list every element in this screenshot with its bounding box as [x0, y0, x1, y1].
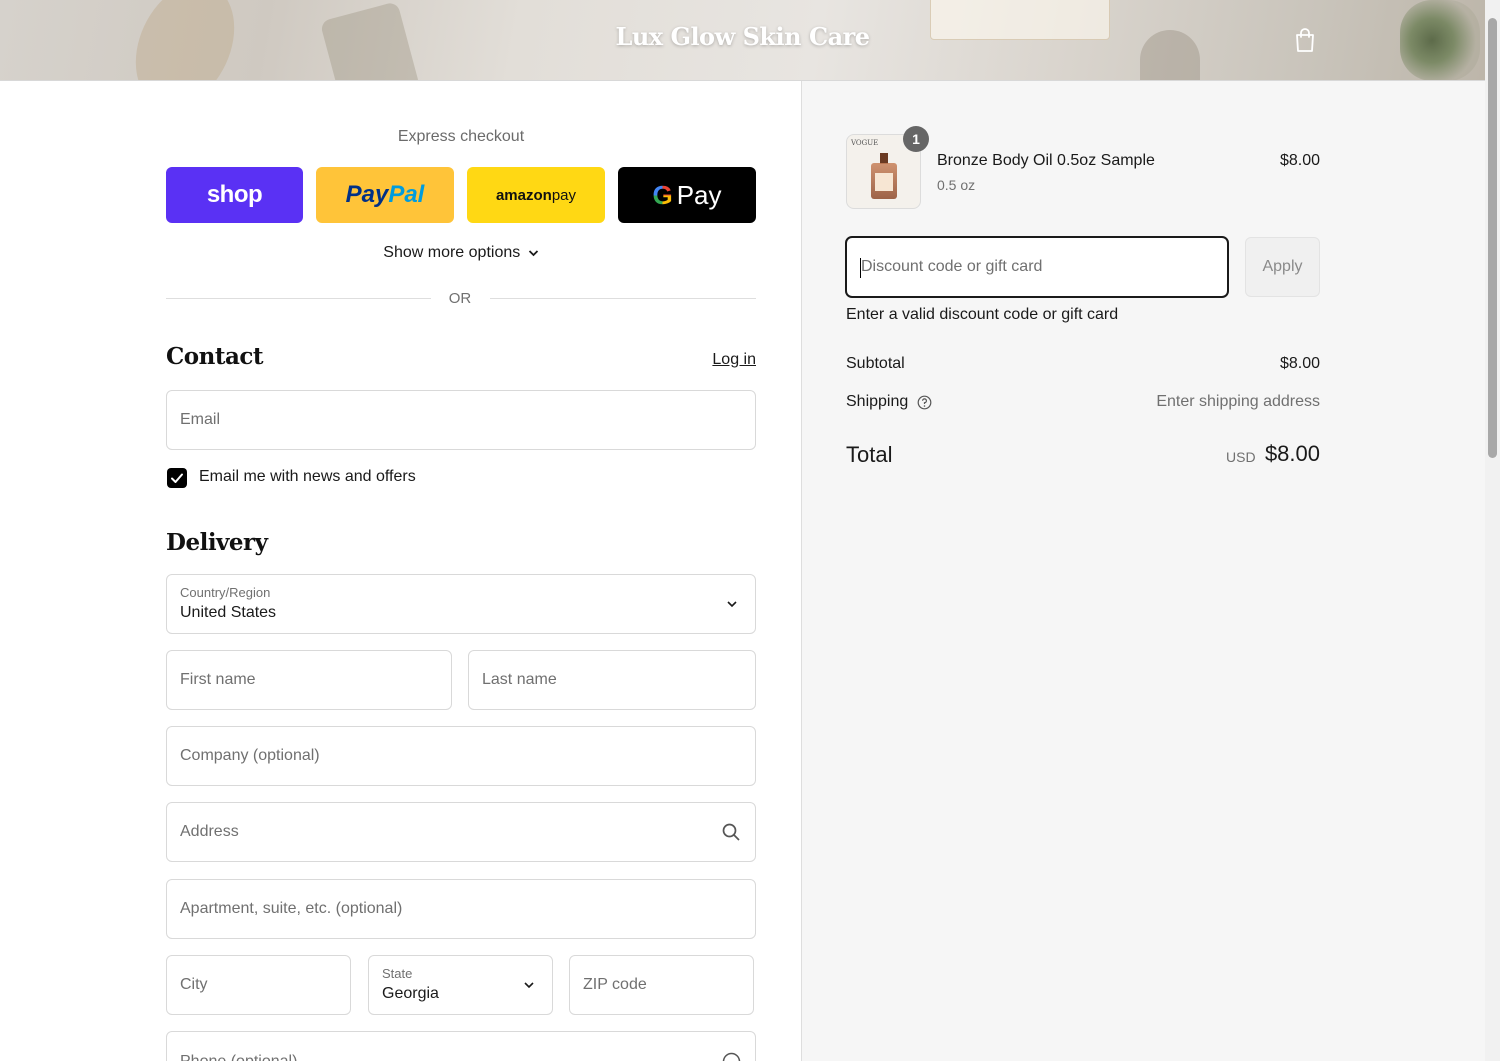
- state-label: State: [382, 966, 413, 981]
- last-name-placeholder: Last name: [482, 671, 557, 688]
- search-icon: [722, 823, 740, 841]
- chevron-down-icon: [727, 601, 737, 608]
- google-pay-label: Pay: [676, 179, 722, 210]
- shop-pay-button[interactable]: shop: [166, 167, 303, 223]
- first-name-placeholder: First name: [180, 671, 256, 688]
- quantity-badge: 1: [903, 126, 929, 152]
- show-more-options-button[interactable]: Show more options: [166, 244, 756, 262]
- bottle-label: [875, 173, 893, 191]
- city-field[interactable]: City: [166, 955, 351, 1015]
- paypal-button[interactable]: Pay Pal: [316, 167, 454, 223]
- email-placeholder: Email: [180, 411, 221, 428]
- contact-heading: Contact: [166, 343, 264, 370]
- company-field[interactable]: Company (optional): [166, 726, 756, 786]
- total-currency: USD: [1226, 449, 1256, 465]
- state-value: Georgia: [382, 985, 439, 1002]
- email-field[interactable]: Email: [166, 390, 756, 450]
- paypal-logo-pay: Pay: [345, 181, 389, 208]
- shopping-bag-icon[interactable]: [1293, 27, 1317, 53]
- shipping-label: Shipping: [846, 393, 909, 410]
- chevron-down-icon: [528, 250, 538, 257]
- scrollbar-thumb[interactable]: [1488, 18, 1497, 458]
- express-checkout-title: Express checkout: [397, 128, 525, 145]
- divider-line: [490, 298, 756, 299]
- total-value: $8.00: [1264, 441, 1320, 466]
- divider-line: [166, 298, 431, 299]
- phone-placeholder: Phone (optional): [180, 1053, 297, 1061]
- country-label: Country/Region: [180, 585, 271, 600]
- checkmark-icon: [171, 473, 183, 483]
- delivery-heading: Delivery: [166, 529, 268, 556]
- google-g-icon: G: [652, 179, 673, 210]
- last-name-field[interactable]: Last name: [468, 650, 756, 710]
- address-placeholder: Address: [180, 823, 239, 840]
- newsletter-checkbox[interactable]: [167, 468, 187, 488]
- apartment-field[interactable]: Apartment, suite, etc. (optional): [166, 879, 756, 939]
- company-placeholder: Company (optional): [180, 747, 320, 764]
- store-header: Lux Glow Skin Care: [0, 0, 1485, 81]
- show-more-options-label: Show more options: [383, 244, 521, 261]
- discount-code-input[interactable]: Discount code or gift card: [845, 236, 1229, 298]
- shipping-value: Enter shipping address: [1156, 393, 1320, 410]
- product-price: $8.00: [1279, 152, 1320, 169]
- discount-placeholder: Discount code or gift card: [861, 258, 1043, 275]
- newsletter-label[interactable]: Email me with news and offers: [199, 468, 416, 486]
- product-variant: 0.5 oz: [937, 177, 976, 193]
- subtotal-label: Subtotal: [846, 355, 905, 372]
- help-icon[interactable]: [722, 1052, 741, 1061]
- shop-pay-logo: shop: [206, 181, 263, 208]
- country-select[interactable]: Country/Region United States: [166, 574, 756, 634]
- apartment-placeholder: Apartment, suite, etc. (optional): [180, 900, 403, 917]
- amazon-pay-button[interactable]: amazon pay: [467, 167, 605, 223]
- amazon-pay-label: pay: [551, 186, 577, 204]
- login-link[interactable]: Log in: [680, 351, 756, 369]
- zip-code-placeholder: ZIP code: [583, 976, 647, 993]
- product-name: Bronze Body Oil 0.5oz Sample: [937, 152, 1155, 169]
- page-scrollbar[interactable]: [1485, 0, 1500, 1061]
- store-brand-name[interactable]: Lux Glow Skin Care: [0, 22, 1485, 51]
- state-select[interactable]: State Georgia: [368, 955, 553, 1015]
- city-placeholder: City: [180, 976, 208, 993]
- subtotal-value: $8.00: [1279, 355, 1320, 372]
- or-divider-text: OR: [448, 290, 472, 307]
- google-pay-button[interactable]: G Pay: [618, 167, 756, 223]
- chevron-down-icon: [524, 982, 534, 989]
- phone-field[interactable]: Phone (optional): [166, 1031, 756, 1061]
- help-icon[interactable]: [917, 395, 932, 410]
- zip-code-field[interactable]: ZIP code: [569, 955, 754, 1015]
- discount-error-message: Enter a valid discount code or gift card: [846, 306, 1119, 323]
- total-label: Total: [846, 442, 893, 467]
- first-name-field[interactable]: First name: [166, 650, 452, 710]
- thumbnail-magazine-text: VOGUE: [851, 139, 879, 147]
- address-field[interactable]: Address: [166, 802, 756, 862]
- apply-discount-button[interactable]: Apply: [1245, 237, 1320, 297]
- paypal-logo-pal: Pal: [388, 181, 425, 208]
- order-summary-panel: [801, 81, 1485, 1061]
- amazon-logo: amazon: [495, 186, 552, 204]
- country-value: United States: [180, 604, 277, 621]
